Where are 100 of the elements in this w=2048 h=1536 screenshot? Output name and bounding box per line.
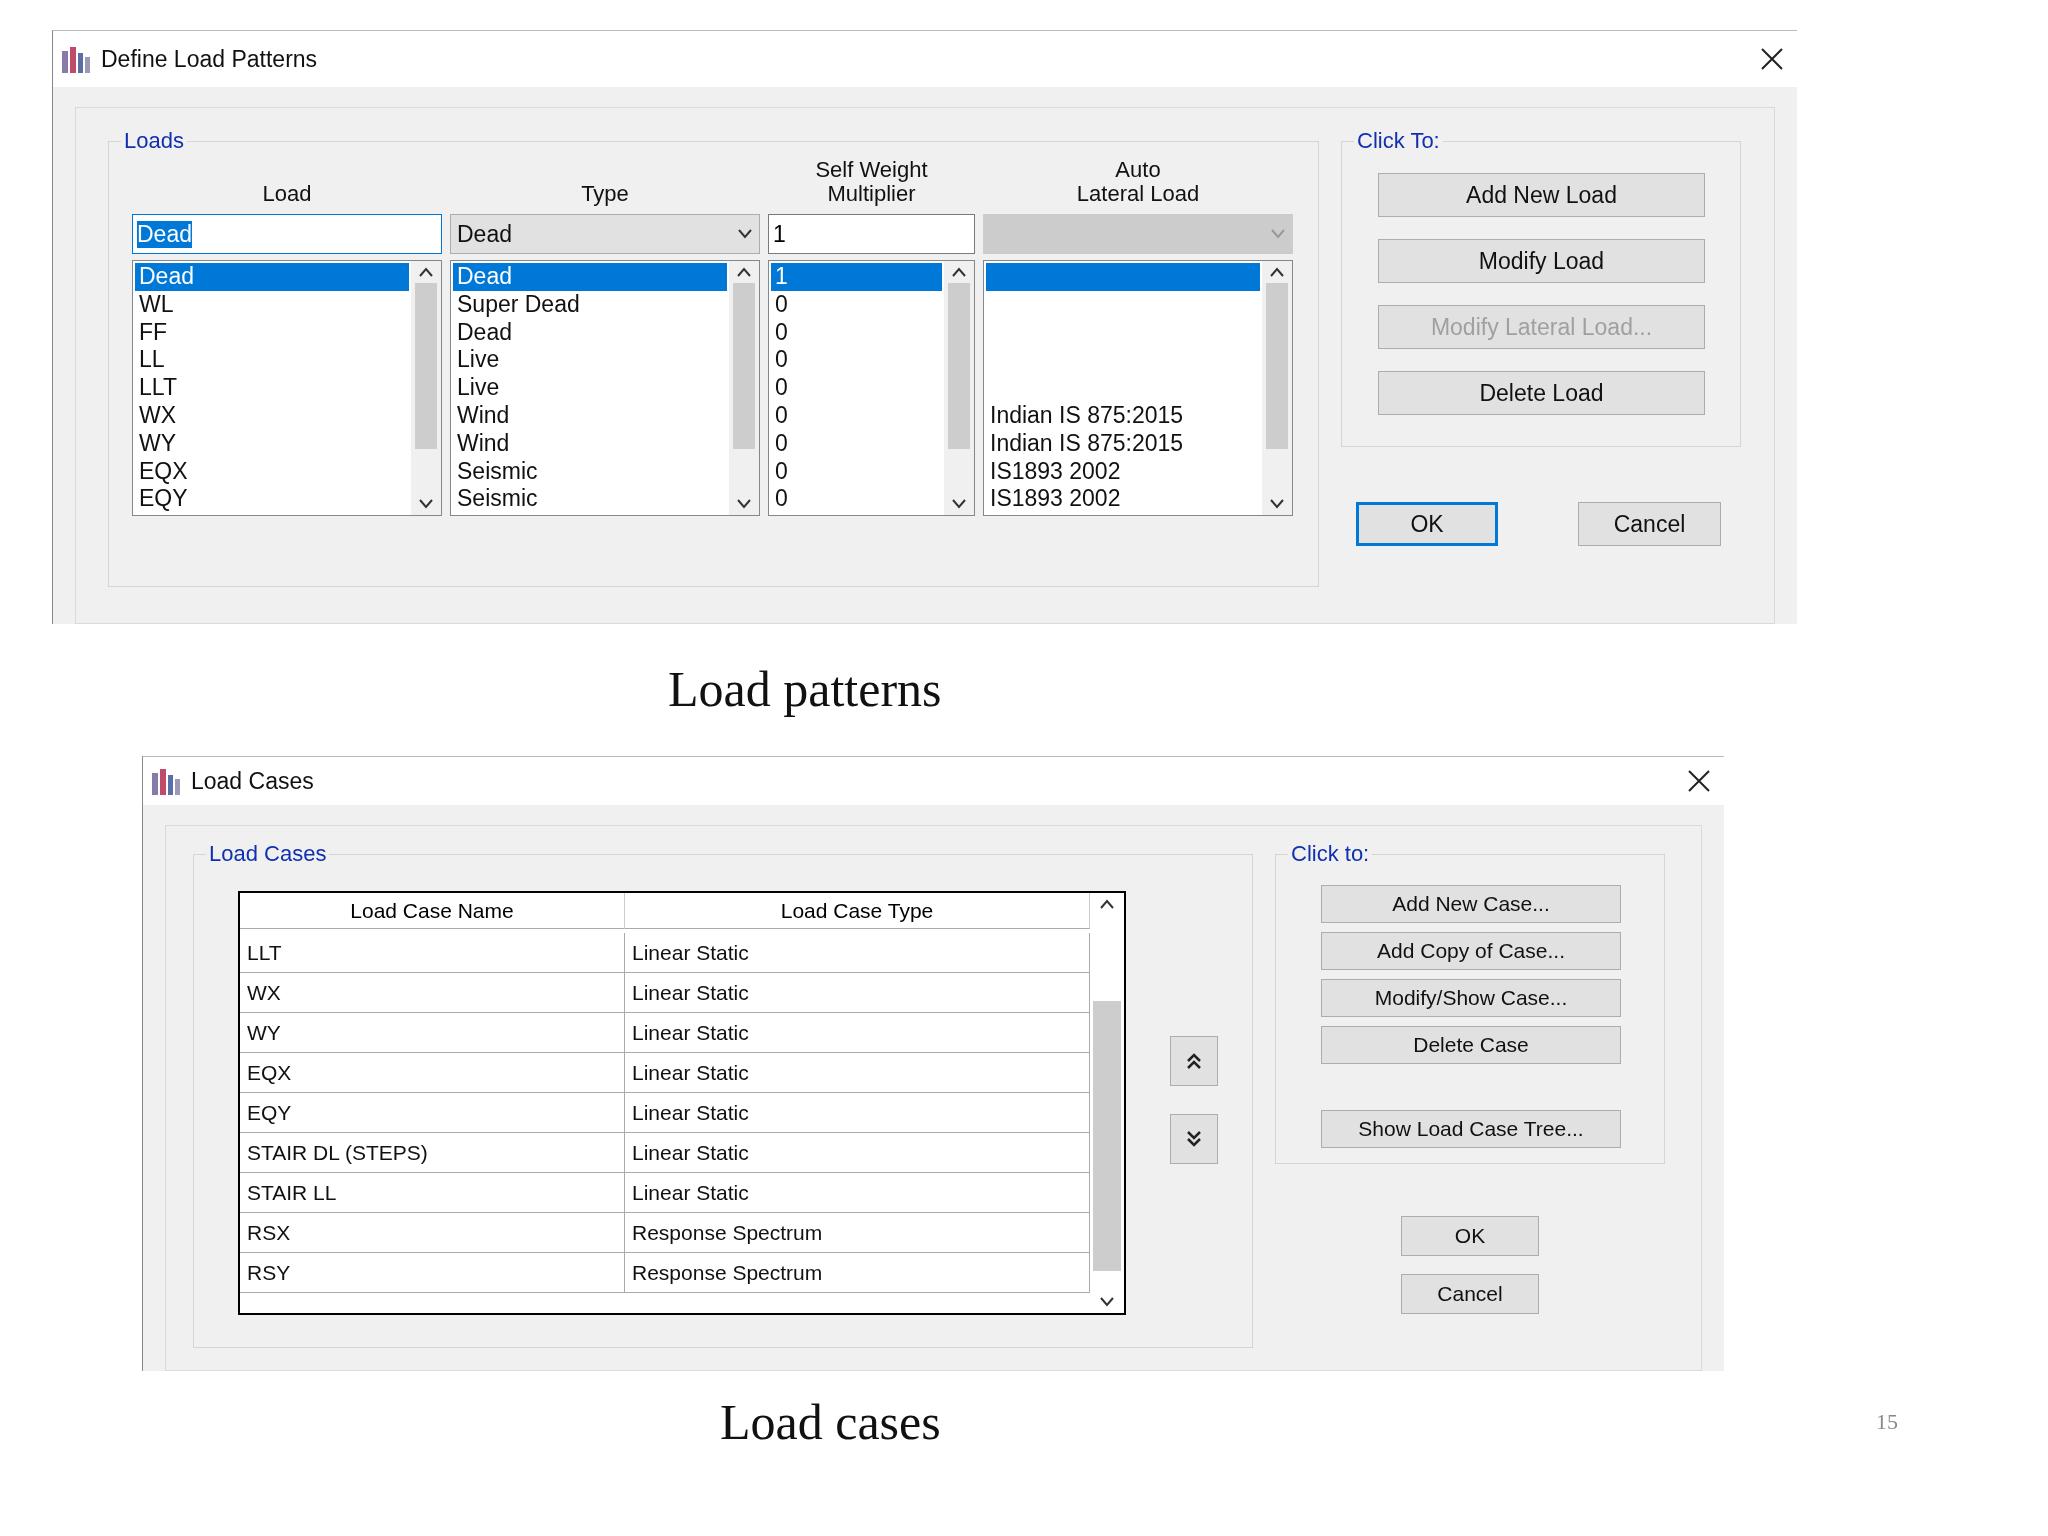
- multiplier-field[interactable]: 1: [768, 214, 975, 254]
- scroll-bar[interactable]: [1262, 261, 1292, 515]
- list-item[interactable]: Seismic: [453, 457, 727, 486]
- action-button[interactable]: Add Copy of Case...: [1321, 932, 1621, 970]
- list-item[interactable]: WX: [135, 402, 409, 430]
- cancel-button[interactable]: Cancel: [1578, 502, 1721, 546]
- list-item[interactable]: 0: [771, 346, 942, 375]
- dropdown-caret-icon: [1270, 229, 1286, 239]
- table-cell: Linear Static: [625, 973, 1090, 1013]
- scroll-up-icon: [418, 267, 434, 277]
- double-chevron-up-icon: [1186, 1052, 1202, 1070]
- column-header: Self Weight: [815, 158, 928, 182]
- ok-button[interactable]: OK: [1356, 502, 1498, 546]
- list-item[interactable]: 0: [771, 374, 942, 402]
- table-cell: WX: [240, 973, 625, 1013]
- action-button[interactable]: Delete Case: [1321, 1026, 1621, 1064]
- close-icon[interactable]: [1759, 46, 1785, 72]
- list-item[interactable]: Wind: [453, 402, 727, 430]
- show-tree-button[interactable]: Show Load Case Tree...: [1321, 1110, 1621, 1148]
- scroll-up-icon: [951, 267, 967, 277]
- scroll-up-icon: [736, 267, 752, 277]
- column-header: Load Case Type: [625, 893, 1090, 929]
- table-cell: LLT: [240, 933, 625, 973]
- close-icon[interactable]: [1686, 768, 1712, 794]
- table-cell: Linear Static: [625, 933, 1090, 973]
- action-button[interactable]: Add New Case...: [1321, 885, 1621, 923]
- table-cell: RSY: [240, 1253, 625, 1293]
- window-title: Load Cases: [191, 767, 315, 795]
- list-item[interactable]: Indian IS 875:2015: [986, 402, 1260, 430]
- caption: Load cases: [720, 1393, 941, 1451]
- column-header: Load: [262, 182, 312, 206]
- table-cell: Response Spectrum: [625, 1253, 1090, 1293]
- action-button[interactable]: Add New Load: [1378, 173, 1705, 217]
- load-name-field[interactable]: Dead: [132, 214, 442, 254]
- window-title: Define Load Patterns: [101, 45, 319, 73]
- table-cell: EQY: [240, 1093, 625, 1133]
- move-down-button[interactable]: [1170, 1114, 1218, 1164]
- table-cell: EQX: [240, 1053, 625, 1093]
- table-cell: Response Spectrum: [625, 1213, 1090, 1253]
- list-item[interactable]: EQX: [135, 457, 409, 486]
- list-item[interactable]: Indian IS 875:2015: [986, 429, 1260, 458]
- list-item[interactable]: [986, 263, 1260, 291]
- table-cell: RSX: [240, 1213, 625, 1253]
- table-cell: Linear Static: [625, 1013, 1090, 1053]
- type-dropdown[interactable]: Dead: [450, 214, 760, 254]
- scroll-down-icon: [1099, 1297, 1115, 1307]
- list-item[interactable]: 0: [771, 485, 942, 514]
- table-cell: WY: [240, 1013, 625, 1053]
- page-number: 15: [1876, 1409, 1898, 1435]
- table-cell: Linear Static: [625, 1093, 1090, 1133]
- dropdown-caret-icon: [737, 229, 753, 239]
- scroll-bar[interactable]: [944, 261, 974, 515]
- list-item[interactable]: FF: [135, 318, 409, 347]
- column-header: Lateral Load: [1076, 182, 1200, 206]
- list-item[interactable]: IS1893 2002: [986, 485, 1260, 514]
- scroll-bar[interactable]: [411, 261, 441, 515]
- list-item[interactable]: LL: [135, 346, 409, 375]
- list-item[interactable]: EQY: [135, 485, 409, 514]
- list-box[interactable]: Indian IS 875:2015 Indian IS 875:2015 IS1893 2002 IS1893 2002: [983, 260, 1293, 516]
- action-button[interactable]: Modify/Show Case...: [1321, 979, 1621, 1017]
- cancel-button[interactable]: Cancel: [1401, 1274, 1539, 1314]
- move-up-button[interactable]: [1170, 1036, 1218, 1086]
- column-header: Auto: [1115, 158, 1161, 182]
- scroll-down-icon: [951, 499, 967, 509]
- scroll-up-icon: [1269, 267, 1285, 277]
- scroll-down-icon: [418, 499, 434, 509]
- table-cell: STAIR DL (STEPS): [240, 1133, 625, 1173]
- double-chevron-down-icon: [1186, 1130, 1202, 1148]
- list-item[interactable]: Live: [453, 374, 727, 402]
- list-box[interactable]: 1 0 0 0 0 0 0 0 0: [768, 260, 975, 516]
- list-item[interactable]: Dead: [135, 263, 409, 291]
- list-item[interactable]: 0: [771, 429, 942, 458]
- list-item[interactable]: Seismic: [453, 485, 727, 514]
- table-cell: Linear Static: [625, 1133, 1090, 1173]
- column-header: Multiplier: [827, 182, 916, 206]
- app-icon: [151, 767, 181, 795]
- list-item[interactable]: Dead: [453, 263, 727, 291]
- list-box[interactable]: Dead WL FF LL LLT WX WY EQX EQY: [132, 260, 442, 516]
- list-item[interactable]: 1: [771, 263, 942, 291]
- column-header: Load Case Name: [240, 893, 625, 929]
- ok-button[interactable]: OK: [1401, 1216, 1539, 1256]
- table-cell: STAIR LL: [240, 1173, 625, 1213]
- scroll-down-icon: [1269, 499, 1285, 509]
- list-box[interactable]: Dead Super Dead Dead Live Live Wind Wind Seismic Seismic: [450, 260, 760, 516]
- list-item[interactable]: WY: [135, 429, 409, 458]
- list-item[interactable]: IS1893 2002: [986, 457, 1260, 486]
- list-item[interactable]: Live: [453, 346, 727, 375]
- list-item[interactable]: Wind: [453, 429, 727, 458]
- list-item[interactable]: 0: [771, 318, 942, 347]
- list-item[interactable]: Dead: [453, 318, 727, 347]
- scroll-bar[interactable]: [729, 261, 759, 515]
- table-cell: Linear Static: [625, 1053, 1090, 1093]
- list-item[interactable]: WL: [135, 290, 409, 319]
- list-item[interactable]: 0: [771, 402, 942, 430]
- action-button[interactable]: Modify Load: [1378, 239, 1705, 283]
- list-item[interactable]: Super Dead: [453, 290, 727, 319]
- list-item[interactable]: 0: [771, 457, 942, 486]
- action-button[interactable]: Delete Load: [1378, 371, 1705, 415]
- list-item[interactable]: 0: [771, 290, 942, 319]
- list-item[interactable]: LLT: [135, 374, 409, 402]
